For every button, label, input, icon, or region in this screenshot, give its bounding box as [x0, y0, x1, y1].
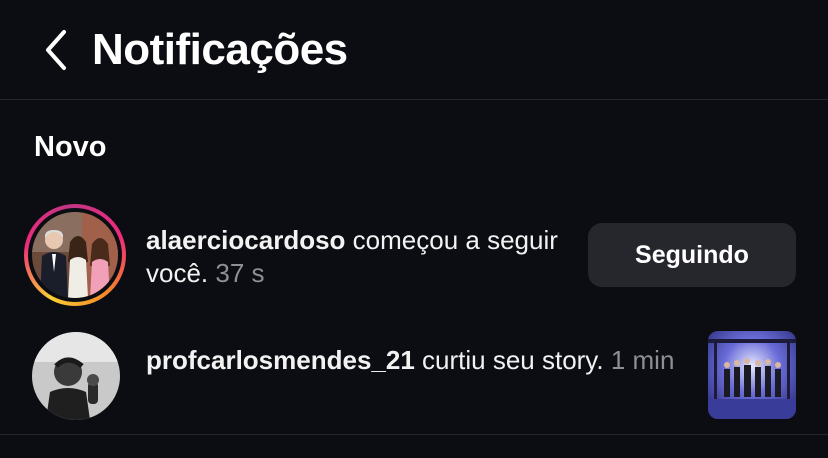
divider — [0, 434, 828, 435]
username[interactable]: alaerciocardoso — [146, 225, 345, 255]
notification-row[interactable]: alaerciocardoso começou a seguir você. 3… — [0, 198, 828, 312]
notification-text: profcarlosmendes_21 curtiu seu story. 1 … — [146, 344, 686, 377]
avatar — [32, 212, 118, 298]
notification-text: alaerciocardoso começou a seguir você. 3… — [146, 224, 566, 290]
timestamp: 1 min — [603, 345, 675, 375]
chevron-left-icon — [46, 30, 66, 70]
back-button[interactable] — [36, 26, 76, 74]
story-ring[interactable] — [24, 204, 126, 306]
notification-row[interactable]: profcarlosmendes_21 curtiu seu story. 1 … — [0, 322, 828, 428]
page-title: Notificações — [92, 25, 348, 74]
story-thumbnail[interactable] — [708, 331, 796, 419]
following-button[interactable]: Seguindo — [588, 223, 796, 287]
timestamp: 37 s — [208, 258, 265, 288]
avatar[interactable] — [32, 332, 120, 420]
notification-action: curtiu seu story. — [414, 345, 604, 375]
header: Notificações — [0, 0, 828, 100]
username[interactable]: profcarlosmendes_21 — [146, 345, 415, 375]
section-title-new: Novo — [34, 131, 107, 163]
